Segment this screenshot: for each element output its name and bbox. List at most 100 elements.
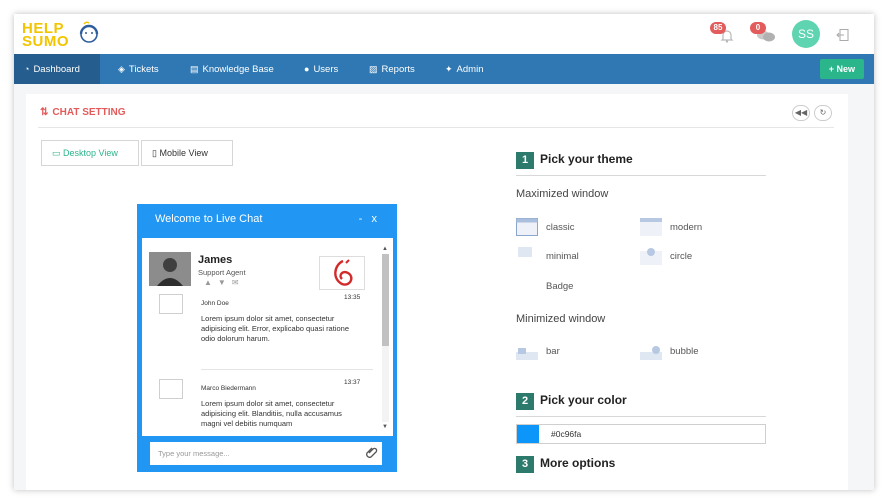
section-title-text: Pick your color — [540, 393, 627, 407]
minimized-option-label: bar — [546, 346, 560, 357]
theme-option-label: modern — [670, 222, 703, 233]
minimized-window-title: Minimized window — [516, 313, 606, 325]
logout-button[interactable] — [836, 28, 850, 47]
mobile-icon: ▯ — [152, 148, 157, 158]
envelope-icon[interactable]: ✉ — [232, 278, 245, 287]
agent-role: Support Agent — [198, 268, 246, 277]
top-bar: HELP SUMO 85 0 SS — [14, 14, 874, 54]
message-avatar — [159, 294, 183, 314]
chat-body: James Support Agent ▲▼✉ John Doe 13:35 L… — [142, 238, 393, 436]
color-value: #0c96fa — [551, 429, 582, 439]
section-title-text: More options — [540, 456, 616, 470]
message-sender: John Doe — [201, 300, 229, 307]
message-time: 13:35 — [344, 294, 361, 301]
message-time: 13:37 — [344, 379, 361, 386]
map-icon: ▤ — [190, 64, 199, 74]
notifications-badge: 85 — [710, 22, 726, 34]
agent-photo — [149, 252, 191, 286]
classic-theme-icon — [516, 218, 538, 236]
settings-column: 1 Pick your theme Maximized window classi… — [516, 94, 776, 490]
step-number: 3 — [516, 456, 534, 473]
agent-actions: ▲▼✉ — [204, 278, 245, 287]
theme-option-label: classic — [546, 222, 575, 233]
app-frame: HELP SUMO 85 0 SS ◔ Dashboard ◈ Tickets … — [14, 14, 874, 490]
circle-theme-icon — [640, 248, 662, 265]
user-avatar[interactable]: SS — [792, 20, 820, 48]
theme-option-label: Badge — [546, 281, 574, 292]
maximized-window-title: Maximized window — [516, 188, 609, 200]
new-button[interactable]: + New — [819, 59, 864, 79]
theme-option-label: minimal — [546, 251, 579, 262]
nav-label: Knowledge Base — [202, 64, 274, 75]
nav-reports[interactable]: ▨ Reports — [359, 54, 425, 84]
chart-icon: ▨ — [369, 64, 378, 74]
refresh-button[interactable]: ↻ — [814, 105, 832, 121]
minimize-button[interactable]: - — [359, 213, 363, 225]
nav-label: Tickets — [128, 64, 159, 75]
scroll-thumb[interactable] — [382, 254, 389, 346]
collapse-button[interactable]: ◀◀ — [792, 105, 810, 121]
minimized-option-label: bubble — [670, 346, 699, 357]
dashboard-icon: ◔ — [24, 64, 30, 74]
mobile-view-label: Mobile View — [159, 148, 208, 158]
bubble-style-icon — [640, 346, 662, 360]
theme-option-label: circle — [670, 251, 693, 262]
person-icon — [149, 252, 191, 286]
nav-dashboard[interactable]: ◔ Dashboard — [14, 54, 100, 84]
color-section-title: 2 Pick your color — [516, 393, 627, 410]
rewind-icon: ◀◀ — [794, 108, 808, 117]
mobile-view-button[interactable]: ▯ Mobile View — [141, 140, 233, 166]
messages-badge: 0 — [750, 22, 766, 34]
swirl-logo-icon — [334, 259, 353, 286]
nav-users[interactable]: ● Users — [294, 54, 348, 84]
desktop-view-button[interactable]: ▭ Desktop View — [41, 140, 139, 166]
users-icon: ● — [304, 64, 310, 74]
messages-button[interactable]: 0 — [750, 22, 780, 48]
logo-line2: SUMO — [22, 33, 69, 50]
main-nav: ◔ Dashboard ◈ Tickets ▤ Knowledge Base ● Use… — [14, 54, 874, 84]
color-swatch[interactable] — [517, 425, 539, 443]
message-text: Lorem ipsum dolor sit amet, consectetur … — [201, 314, 349, 343]
modern-theme-icon — [640, 218, 662, 236]
close-button[interactable]: x — [372, 213, 378, 225]
minimal-theme-icon — [518, 247, 532, 257]
message-sender: Marco Biedermann — [201, 385, 256, 392]
scroll-up-icon[interactable]: ▲ — [382, 246, 388, 252]
color-picker[interactable]: #0c96fa — [516, 424, 766, 444]
nav-label: Users — [313, 64, 339, 75]
chat-header-title: Welcome to Live Chat — [155, 213, 263, 225]
step-number: 1 — [516, 152, 534, 169]
more-options-section-title[interactable]: 3 More options — [516, 456, 615, 473]
nav-label: Dashboard — [33, 64, 80, 75]
chat-window-controls: - x — [359, 213, 377, 225]
sliders-icon: ⇅ — [40, 107, 49, 118]
nav-label: Reports — [381, 64, 415, 75]
nav-tickets[interactable]: ◈ Tickets — [108, 54, 169, 84]
chat-scrollbar[interactable]: ▲ ▼ — [381, 246, 389, 432]
nav-admin[interactable]: ✦ Admin — [435, 54, 493, 84]
paperclip-icon[interactable] — [366, 446, 378, 460]
nav-label: Admin — [456, 64, 484, 75]
thumbs-down-icon[interactable]: ▼ — [218, 278, 232, 287]
panel-title: ⇅ CHAT SETTING — [40, 107, 126, 118]
thumbs-up-icon[interactable]: ▲ — [204, 278, 218, 287]
chat-widget-preview: Welcome to Live Chat - x James Support A… — [137, 204, 397, 472]
bar-style-icon — [516, 348, 538, 360]
panel-title-text: CHAT SETTING — [52, 107, 126, 118]
section-divider — [516, 175, 766, 176]
desktop-icon: ▭ — [52, 148, 61, 158]
nav-knowledge-base[interactable]: ▤ Knowledge Base — [180, 54, 284, 84]
message-divider — [201, 369, 373, 370]
section-divider — [516, 416, 766, 417]
message-input[interactable] — [150, 442, 360, 465]
theme-section-title: 1 Pick your theme — [516, 152, 633, 169]
scroll-down-icon[interactable]: ▼ — [382, 424, 388, 430]
company-logo — [319, 256, 365, 290]
section-title-text: Pick your theme — [540, 152, 633, 166]
message-avatar — [159, 379, 183, 399]
notifications-button[interactable]: 85 — [710, 22, 740, 48]
chat-setting-panel: ⇅ CHAT SETTING ◀◀ ↻ ▭ Desktop View ▯ Mobi… — [26, 94, 848, 490]
logo[interactable]: HELP SUMO — [22, 20, 112, 52]
logout-icon — [836, 29, 849, 41]
headset-icon — [79, 21, 99, 43]
